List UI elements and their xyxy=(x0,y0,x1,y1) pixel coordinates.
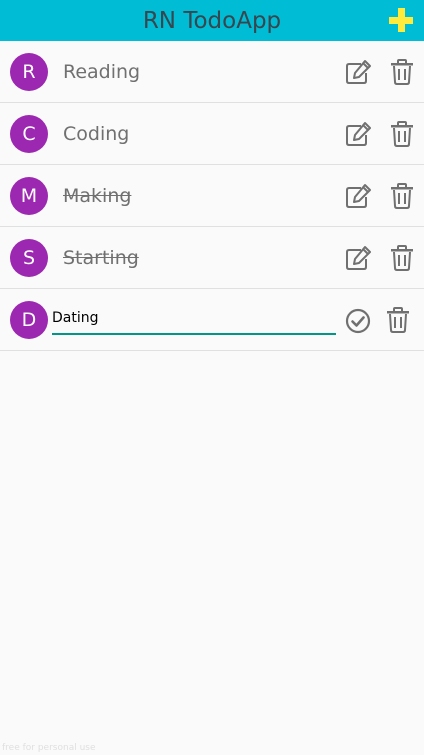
trash-icon[interactable] xyxy=(384,307,412,333)
todo-text-completed[interactable]: Making xyxy=(63,165,131,226)
avatar: M xyxy=(10,177,48,215)
add-todo-button[interactable] xyxy=(388,7,414,33)
todo-list: R Reading C Coding M Making S Starting D… xyxy=(0,41,424,351)
trash-icon[interactable] xyxy=(388,59,416,85)
todo-item-editing: D xyxy=(0,289,424,351)
avatar: S xyxy=(10,239,48,277)
watermark: free for personal use xyxy=(2,743,96,753)
todo-item: M Making xyxy=(0,165,424,227)
edit-icon[interactable] xyxy=(345,121,373,147)
todo-app: RN TodoApp R Reading C Coding M Making S… xyxy=(0,0,424,755)
trash-icon[interactable] xyxy=(388,121,416,147)
trash-icon[interactable] xyxy=(388,245,416,271)
todo-edit-input[interactable] xyxy=(52,303,336,335)
edit-icon[interactable] xyxy=(345,59,373,85)
app-header: RN TodoApp xyxy=(0,0,424,41)
check-circle-icon[interactable] xyxy=(345,308,371,334)
edit-icon[interactable] xyxy=(345,245,373,271)
app-title: RN TodoApp xyxy=(142,8,282,34)
avatar: D xyxy=(10,301,48,339)
todo-text[interactable]: Reading xyxy=(63,41,140,102)
avatar: R xyxy=(10,53,48,91)
todo-item: S Starting xyxy=(0,227,424,289)
todo-item: R Reading xyxy=(0,41,424,103)
todo-text[interactable]: Coding xyxy=(63,103,129,164)
avatar: C xyxy=(10,115,48,153)
todo-item: C Coding xyxy=(0,103,424,165)
todo-text-completed[interactable]: Starting xyxy=(63,227,139,288)
edit-icon[interactable] xyxy=(345,183,373,209)
trash-icon[interactable] xyxy=(388,183,416,209)
